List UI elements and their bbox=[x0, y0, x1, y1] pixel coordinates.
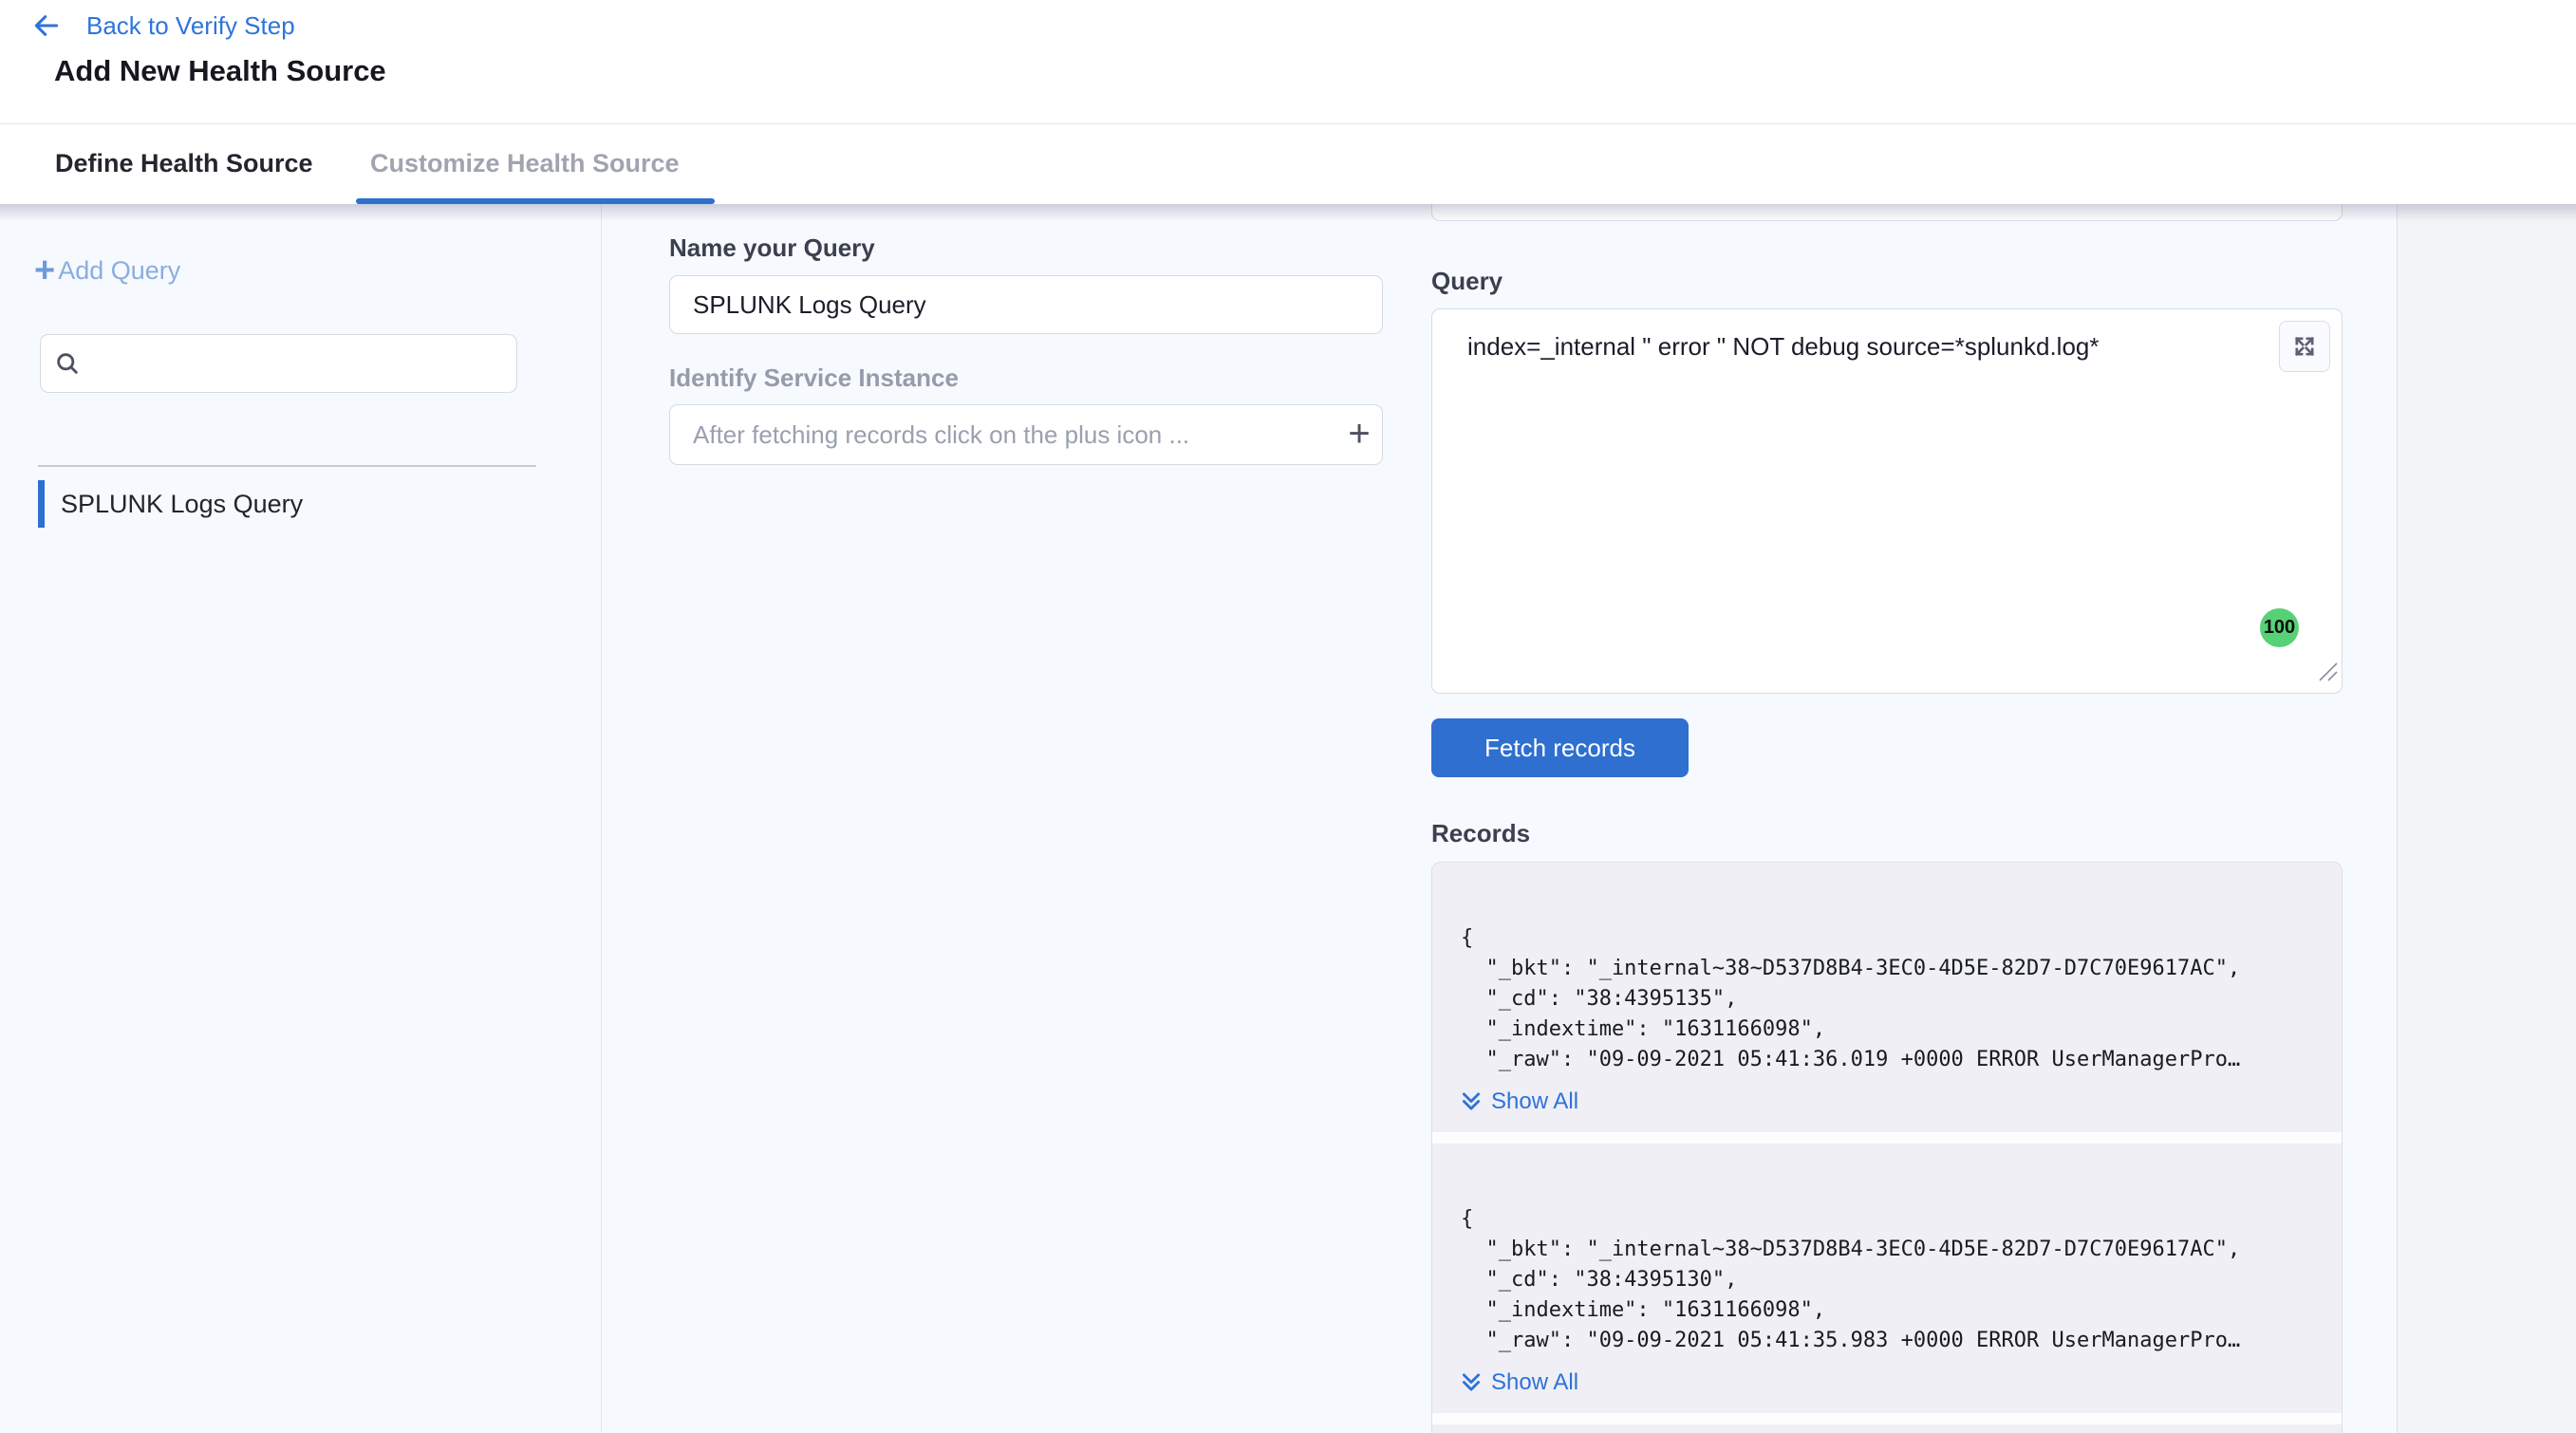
query-item-label: SPLUNK Logs Query bbox=[61, 490, 303, 519]
sidebar-item-splunk-logs-query[interactable]: SPLUNK Logs Query bbox=[38, 480, 303, 528]
query-label: Query bbox=[1431, 267, 1503, 296]
record-count-badge: 100 bbox=[2260, 608, 2299, 647]
query-textarea[interactable]: index=_internal " error " NOT debug sour… bbox=[1431, 308, 2343, 694]
tab-customize-health-source[interactable]: Customize Health Source bbox=[370, 125, 680, 204]
page-title: Add New Health Source bbox=[54, 54, 386, 88]
records-label: Records bbox=[1431, 819, 1530, 848]
records-container: { "_bkt": "_internal~38~D537D8B4-3EC0-4D… bbox=[1431, 862, 2343, 1433]
back-arrow-icon bbox=[31, 10, 62, 41]
plus-icon: + bbox=[34, 254, 55, 287]
query-name-input[interactable] bbox=[669, 275, 1383, 334]
double-chevron-down-icon bbox=[1461, 1371, 1482, 1394]
add-query-button[interactable]: + Add Query bbox=[34, 254, 180, 287]
right-background-strip bbox=[2397, 204, 2576, 1433]
sidebar-divider-vertical bbox=[601, 204, 602, 1433]
double-chevron-down-icon bbox=[1461, 1090, 1482, 1113]
show-all-label: Show All bbox=[1491, 1089, 1578, 1115]
resize-grip-icon[interactable] bbox=[2316, 660, 2339, 687]
show-all-label: Show All bbox=[1491, 1369, 1578, 1396]
tab-define-health-source[interactable]: Define Health Source bbox=[55, 125, 313, 204]
search-input[interactable] bbox=[90, 335, 516, 392]
show-all-link[interactable]: Show All bbox=[1461, 1369, 2313, 1396]
identify-service-instance-label: Identify Service Instance bbox=[669, 363, 959, 393]
selected-indicator-bar bbox=[38, 480, 45, 528]
service-instance-plus-button[interactable]: + bbox=[1334, 409, 1385, 460]
clipped-input-top[interactable] bbox=[1431, 204, 2343, 221]
tab-bar: Define Health Source Customize Health So… bbox=[0, 125, 2576, 204]
show-all-link[interactable]: Show All bbox=[1461, 1089, 2313, 1115]
record-json: { "_bkt": "_internal~38~D537D8B4-3EC0-4D… bbox=[1461, 1204, 2313, 1356]
fetch-records-button[interactable]: Fetch records bbox=[1431, 718, 1689, 777]
record-card: { "_bkt": "_internal~38~D537D8B4-3EC0-4D… bbox=[1432, 863, 2342, 1132]
expand-query-button[interactable] bbox=[2279, 321, 2330, 372]
add-query-label: Add Query bbox=[58, 256, 180, 286]
search-icon bbox=[54, 350, 81, 377]
query-search-box bbox=[40, 334, 517, 393]
service-instance-input[interactable] bbox=[669, 404, 1383, 465]
page-header: Back to Verify Step Add New Health Sourc… bbox=[0, 0, 2576, 124]
record-card-partial bbox=[1432, 1424, 2342, 1433]
content-area: + Add Query SPLUNK Logs Query Name your … bbox=[0, 204, 2576, 1433]
record-json: { "_bkt": "_internal~38~D537D8B4-3EC0-4D… bbox=[1461, 923, 2313, 1075]
query-text: index=_internal " error " NOT debug sour… bbox=[1467, 332, 2099, 362]
name-your-query-label: Name your Query bbox=[669, 233, 875, 263]
back-to-verify-link[interactable]: Back to Verify Step bbox=[31, 10, 295, 41]
expand-icon bbox=[2291, 333, 2318, 360]
record-card: { "_bkt": "_internal~38~D537D8B4-3EC0-4D… bbox=[1432, 1144, 2342, 1413]
back-link-label: Back to Verify Step bbox=[86, 11, 295, 41]
sidebar-divider bbox=[38, 465, 536, 467]
